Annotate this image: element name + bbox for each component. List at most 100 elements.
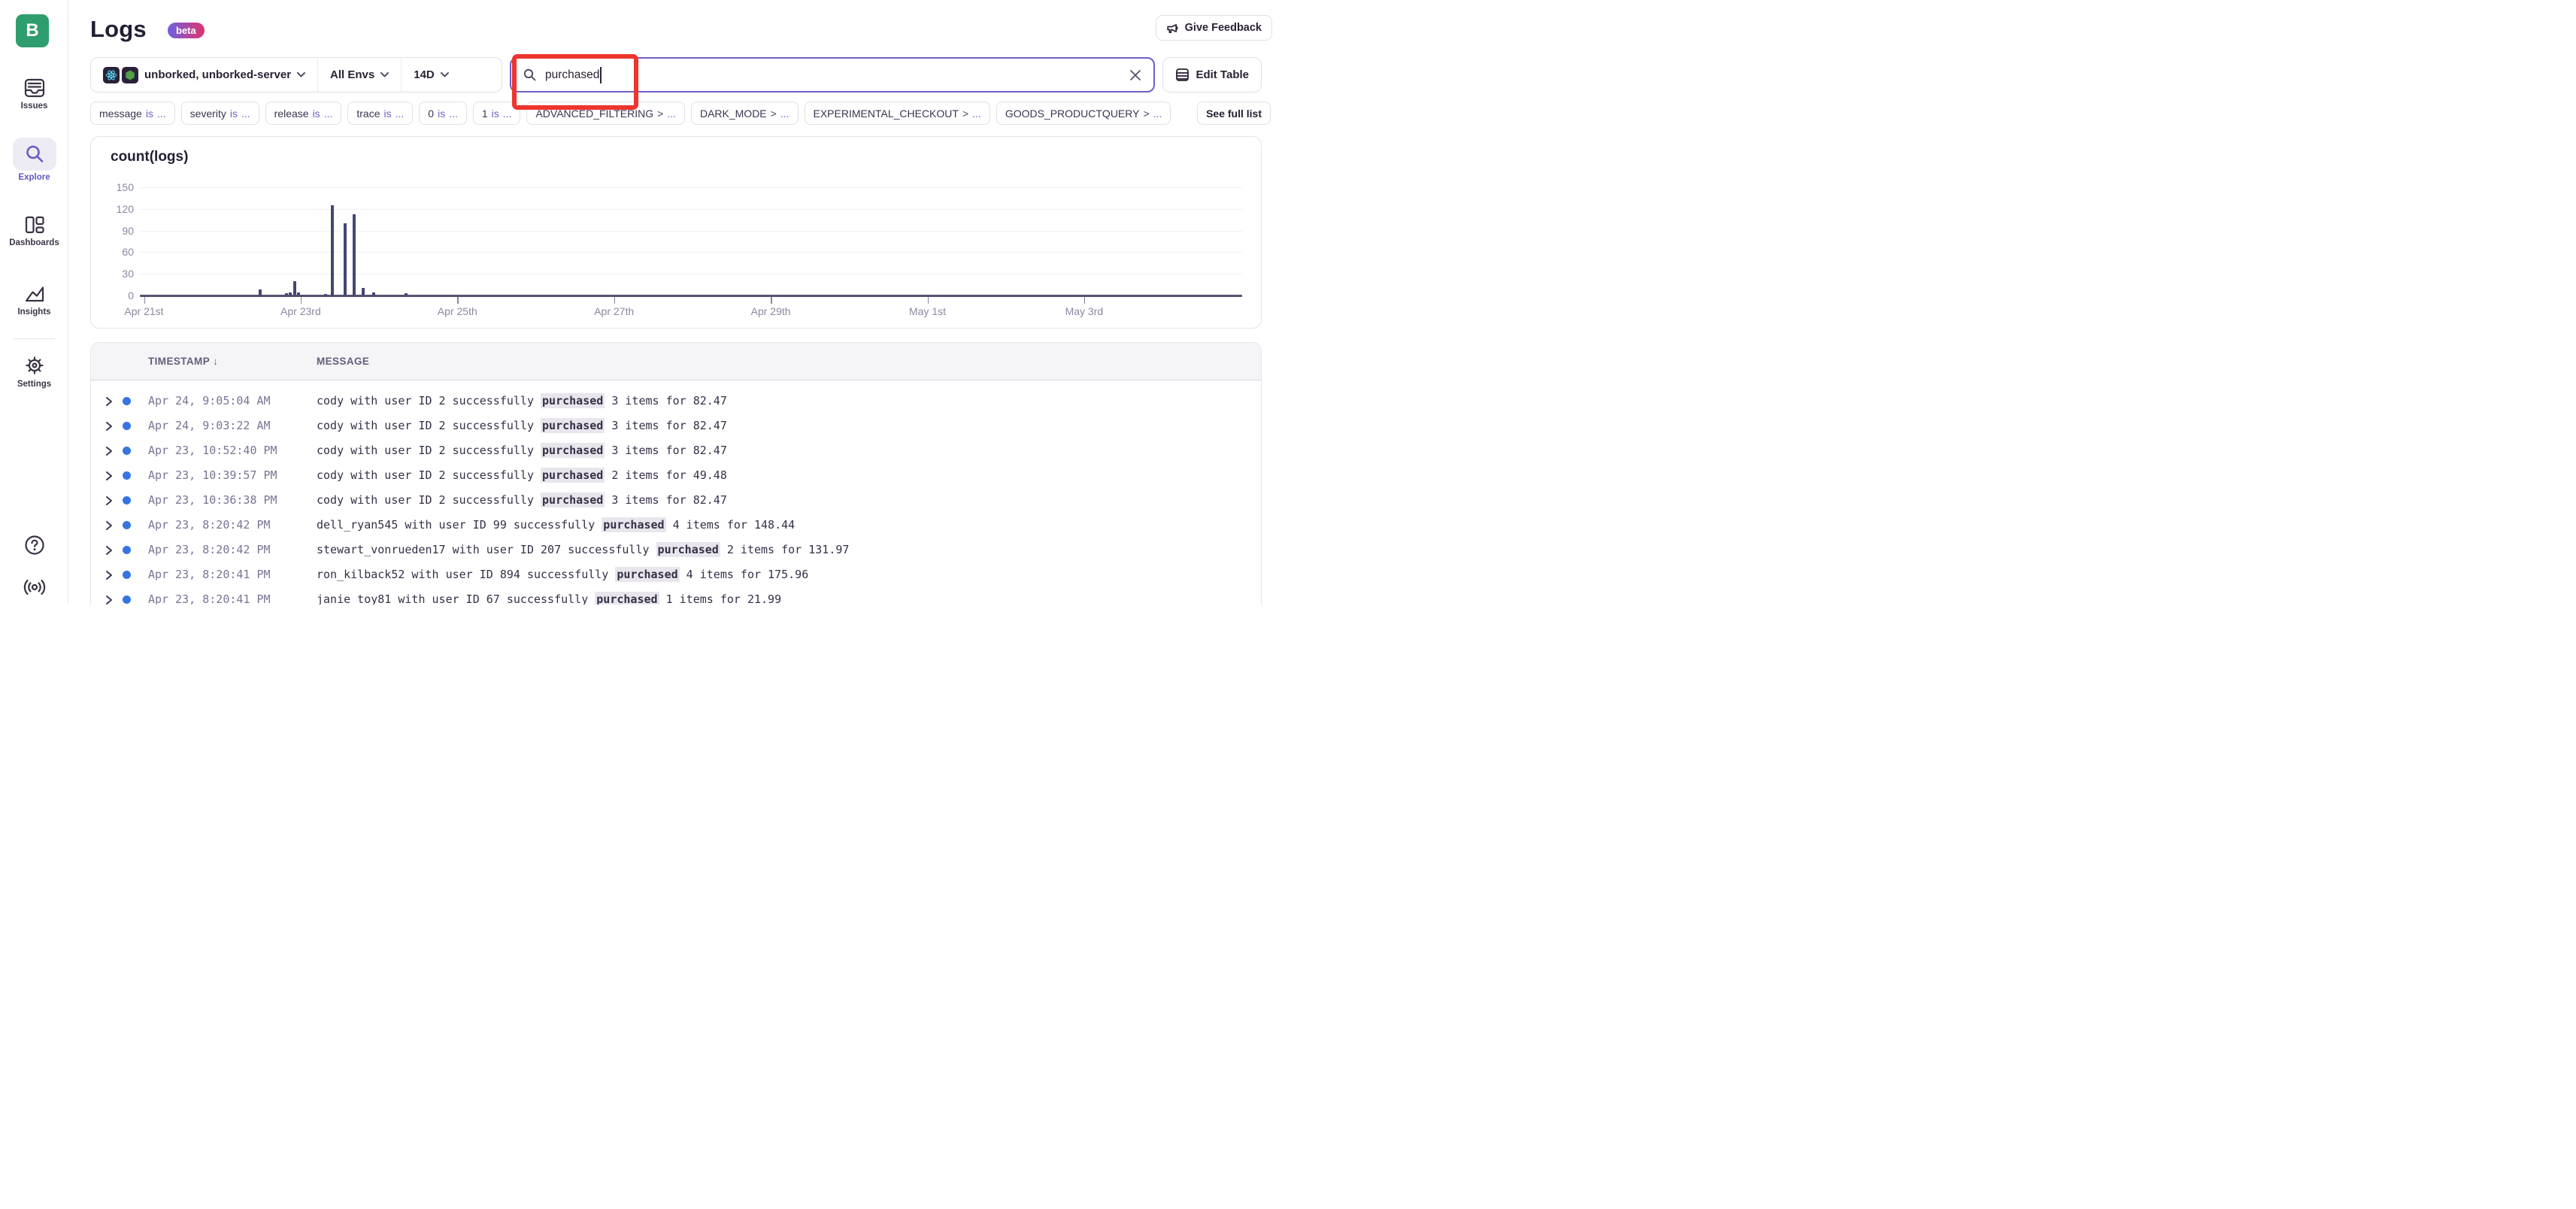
expand-chevron-icon[interactable] — [105, 520, 114, 534]
expand-chevron-icon[interactable] — [105, 594, 114, 604]
search-match-highlight: purchased — [595, 592, 659, 604]
search-match-highlight: purchased — [541, 418, 605, 433]
filter-chip-experimental_checkout[interactable]: EXPERIMENTAL_CHECKOUT>... — [805, 102, 990, 125]
beta-badge: beta — [168, 23, 205, 38]
megaphone-icon — [1166, 22, 1179, 35]
see-full-list-chip[interactable]: See full list — [1197, 102, 1271, 125]
log-search-input[interactable]: purchased — [510, 57, 1155, 92]
chart-bar — [297, 292, 300, 295]
log-message: cody with user ID 2 successfully purchas… — [317, 394, 727, 408]
log-level-dot — [123, 595, 131, 604]
sidebar-item-label: Dashboards — [0, 238, 68, 247]
x-axis-tick-label: May 1st — [894, 305, 962, 317]
help-button[interactable] — [0, 534, 68, 556]
log-row[interactable]: Apr 23, 8:20:42 PM stewart_vonrueden17 wi… — [91, 538, 1261, 562]
project-selector-label: unborked, unborked-server — [144, 68, 291, 81]
log-row[interactable]: Apr 23, 10:52:40 PMcody with user ID 2 s… — [91, 438, 1261, 463]
table-header: TIMESTAMP↓ MESSAGE — [91, 343, 1261, 380]
log-row[interactable]: Apr 23, 8:20:41 PM janie_toy81 with user … — [91, 587, 1261, 604]
log-message: stewart_vonrueden17 with user ID 207 suc… — [317, 543, 849, 556]
log-row[interactable]: Apr 23, 8:20:42 PM dell_ryan545 with user… — [91, 513, 1261, 538]
chart-bar — [362, 288, 365, 295]
filter-chip-goods_productquery[interactable]: GOODS_PRODUCTQUERY>... — [996, 102, 1171, 125]
expand-chevron-icon[interactable] — [105, 569, 114, 583]
x-axis-tick-label: Apr 25th — [423, 305, 491, 317]
log-level-dot — [123, 447, 131, 455]
expand-chevron-icon[interactable] — [105, 420, 114, 435]
log-message: cody with user ID 2 successfully purchas… — [317, 419, 727, 432]
date-range-label: 14D — [414, 68, 435, 81]
x-axis-tick — [301, 297, 302, 304]
sidebar-item-issues[interactable]: Issues — [0, 77, 68, 111]
log-timestamp: Apr 24, 9:05:04 AM — [148, 394, 271, 408]
filter-chips-row: messageis... severityis... releaseis...tra… — [90, 102, 1262, 125]
x-axis-line — [140, 295, 1242, 297]
filter-chip-dark_mode[interactable]: DARK_MODE>... — [691, 102, 799, 125]
sidebar-divider — [14, 338, 55, 339]
log-timestamp: Apr 24, 9:03:22 AM — [148, 419, 271, 432]
edit-table-button[interactable]: Edit Table — [1162, 57, 1262, 92]
chart-bar — [285, 293, 288, 295]
expand-chevron-icon[interactable] — [105, 544, 114, 559]
environment-selector-label: All Envs — [330, 68, 374, 81]
filter-chip-severity[interactable]: severityis... — [181, 102, 259, 125]
react-project-icon — [103, 67, 120, 83]
log-timestamp: Apr 23, 8:20:41 PM — [148, 592, 271, 604]
chart-bar — [372, 292, 375, 295]
search-input-value: purchased — [545, 68, 599, 82]
sidebar-item-label: Issues — [0, 102, 68, 111]
date-range-selector[interactable]: 14D — [402, 58, 461, 92]
log-level-dot — [123, 422, 131, 430]
sidebar-item-explore[interactable]: Explore — [0, 138, 68, 182]
environment-selector[interactable]: All Envs — [318, 58, 401, 92]
sidebar-item-dashboards[interactable]: Dashboards — [0, 214, 68, 247]
log-row[interactable]: Apr 24, 9:03:22 AM cody with user ID 2 su… — [91, 414, 1261, 438]
help-icon — [0, 534, 68, 556]
clear-search-icon[interactable] — [1128, 68, 1143, 86]
log-row[interactable]: Apr 24, 9:05:04 AM cody with user ID 2 su… — [91, 389, 1261, 414]
column-header-message[interactable]: MESSAGE — [317, 356, 369, 367]
search-match-highlight: purchased — [541, 468, 605, 483]
logs-count-chart-card: count(logs) 0306090120150Apr 21stApr 23r… — [90, 136, 1262, 329]
chart-bar — [324, 294, 327, 295]
chart-bar — [293, 281, 296, 295]
x-axis-tick-label: May 3rd — [1050, 305, 1118, 317]
whats-new-button[interactable] — [0, 576, 68, 598]
project-selector[interactable]: unborked, unborked-server — [91, 58, 317, 92]
log-message: dell_ryan545 with user ID 99 successfull… — [317, 518, 795, 532]
chart-bar — [353, 214, 356, 295]
expand-chevron-icon[interactable] — [105, 445, 114, 459]
expand-chevron-icon[interactable] — [105, 395, 114, 410]
filter-chip-release[interactable]: releaseis... — [265, 102, 342, 125]
search-match-highlight: purchased — [615, 567, 679, 582]
filter-chip-message[interactable]: messageis... — [90, 102, 175, 125]
log-timestamp: Apr 23, 8:20:42 PM — [148, 518, 271, 532]
org-logo[interactable]: B — [16, 14, 49, 47]
expand-chevron-icon[interactable] — [105, 470, 114, 484]
x-axis-tick-label: Apr 27th — [580, 305, 648, 317]
log-row[interactable]: Apr 23, 10:39:57 PMcody with user ID 2 s… — [91, 463, 1261, 488]
table-icon — [1175, 68, 1190, 82]
sidebar-item-insights[interactable]: Insights — [0, 283, 68, 317]
y-gridline — [140, 209, 1242, 210]
log-message: janie_toy81 with user ID 67 successfully… — [317, 592, 781, 604]
issues-icon — [0, 77, 68, 99]
log-level-dot — [123, 397, 131, 405]
filter-chip-0[interactable]: 0is... — [419, 102, 467, 125]
give-feedback-button[interactable]: Give Feedback — [1156, 15, 1272, 41]
log-timestamp: Apr 23, 8:20:42 PM — [148, 543, 271, 556]
page-header: Logs beta Give Feedback — [90, 0, 1262, 57]
filter-chip-1[interactable]: 1is... — [473, 102, 521, 125]
chevron-down-icon — [297, 72, 305, 77]
sidebar-item-settings[interactable]: Settings — [0, 353, 68, 389]
column-header-timestamp[interactable]: TIMESTAMP↓ — [148, 356, 218, 367]
log-row[interactable]: Apr 23, 10:36:38 PMcody with user ID 2 s… — [91, 488, 1261, 513]
search-match-highlight: purchased — [602, 517, 665, 532]
expand-chevron-icon[interactable] — [105, 495, 114, 509]
log-row[interactable]: Apr 23, 8:20:41 PMron_kilback52 with use… — [91, 562, 1261, 587]
search-icon — [523, 68, 536, 81]
filter-chip-advanced_filtering[interactable]: ADVANCED_FILTERING>... — [526, 102, 684, 125]
filter-chip-trace[interactable]: traceis... — [347, 102, 413, 125]
log-message: cody with user ID 2 successfully purchas… — [317, 468, 727, 482]
y-axis-tick-label: 90 — [102, 225, 134, 237]
